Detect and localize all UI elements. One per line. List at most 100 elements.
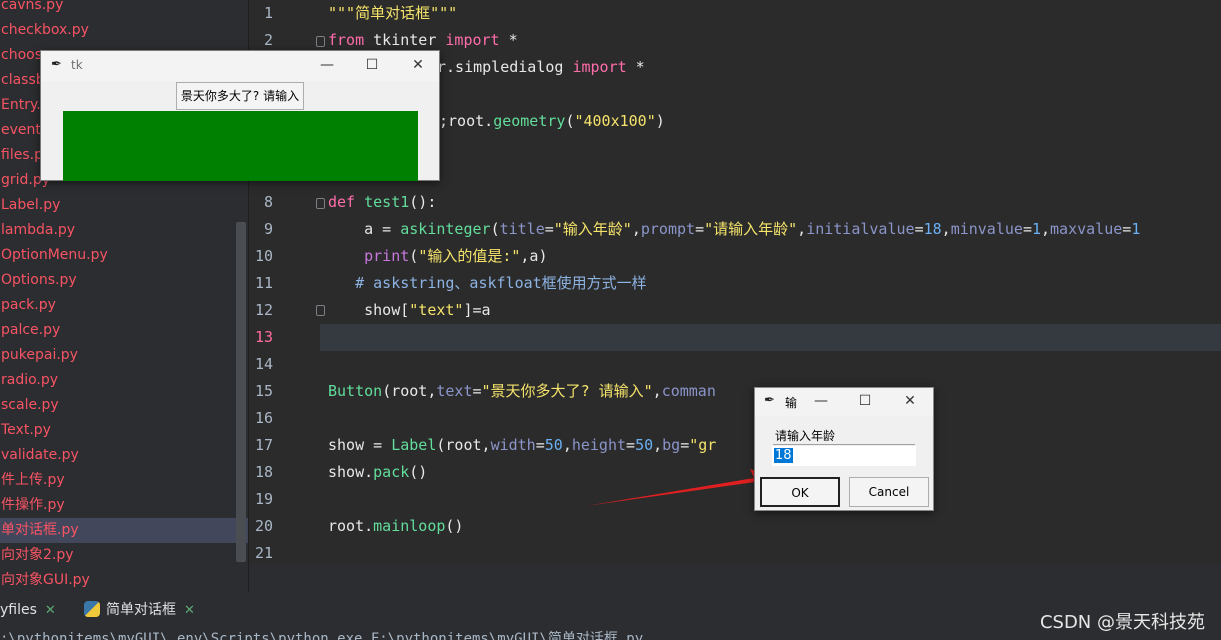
param-name: prompt	[640, 220, 696, 238]
class-name: Label	[391, 436, 437, 454]
file-item[interactable]: palce.py	[1, 318, 60, 343]
line-number: 13	[254, 328, 273, 346]
cancel-button[interactable]: Cancel	[849, 477, 929, 507]
code-text: =	[1022, 220, 1032, 238]
close-icon[interactable]: ✕	[45, 603, 56, 618]
fold-marker[interactable]	[316, 305, 325, 316]
import-star: *	[499, 31, 518, 49]
file-item[interactable]: Entry.	[1, 93, 41, 118]
file-item[interactable]: checkbox.py	[1, 18, 89, 43]
file-item[interactable]: OptionMenu.py	[1, 243, 108, 268]
file-item[interactable]: 向对象2.py	[1, 543, 74, 568]
file-item[interactable]: Text.py	[1, 418, 51, 443]
input-selected-text: 18	[774, 448, 793, 463]
window-title: tk	[71, 58, 83, 72]
tab-label: yfiles	[0, 602, 37, 618]
watermark: CSDN @景天科技苑	[1039, 612, 1205, 633]
code-line-1[interactable]: """简单对话框"""	[328, 0, 457, 27]
age-input[interactable]: 18	[772, 446, 916, 466]
file-item[interactable]: choos	[1, 43, 42, 68]
number-literal: 50	[635, 436, 654, 454]
file-item[interactable]: 单对话框.py	[0, 518, 248, 543]
param-name: initialvalue	[806, 220, 915, 238]
line-number: 12	[254, 301, 273, 319]
param-name: bg	[662, 436, 681, 454]
ask-age-button[interactable]: 景天你多大了? 请输入	[176, 82, 304, 110]
code-line-9[interactable]: a = askinteger(title="输入年龄",prompt="请输入年…	[328, 216, 1140, 243]
sidebar-scrollbar[interactable]	[236, 222, 246, 562]
keyword-import: import	[572, 58, 627, 76]
code-text: =	[472, 382, 482, 400]
file-item[interactable]: pack.py	[1, 293, 56, 318]
file-item[interactable]: Options.py	[1, 268, 77, 293]
feather-icon: ✒	[764, 393, 775, 408]
code-text: =	[695, 220, 705, 238]
horizontal-scrollbar[interactable]	[249, 565, 1221, 592]
code-text: show =	[328, 436, 392, 454]
function-name: askinteger	[400, 220, 491, 238]
ok-button[interactable]: OK	[760, 477, 840, 507]
code-line-3[interactable]: r.simpledialog import *	[437, 54, 645, 81]
param-name: comman	[661, 382, 716, 400]
code-text: =	[626, 436, 636, 454]
close-icon[interactable]: ✕	[408, 55, 428, 75]
file-item[interactable]: Label.py	[1, 193, 60, 218]
code-text: =	[544, 220, 554, 238]
class-name: Button	[328, 382, 383, 400]
close-icon[interactable]: ✕	[184, 603, 195, 618]
code-line-11[interactable]: # askstring、askfloat框使用方式一样	[328, 270, 647, 297]
run-tab-dialog[interactable]: 简单对话框 ✕	[84, 598, 195, 622]
maximize-icon[interactable]: ☐	[855, 391, 875, 411]
code-text: show.	[328, 463, 374, 481]
line-number: 11	[254, 274, 273, 292]
keyword-import: import	[445, 31, 500, 49]
file-item[interactable]: 向对象GUI.py	[1, 568, 90, 592]
fold-marker[interactable]	[316, 198, 325, 209]
param-name: height	[571, 436, 627, 454]
close-icon[interactable]: ✕	[900, 391, 920, 411]
file-item[interactable]: 件上传.py	[1, 468, 65, 493]
code-text: a =	[328, 220, 401, 238]
keyword-from: from	[328, 31, 365, 49]
minimize-icon[interactable]: —	[811, 391, 831, 411]
file-item[interactable]: pukepai.py	[1, 343, 78, 368]
file-item[interactable]: lambda.py	[1, 218, 75, 243]
run-tab-yfiles[interactable]: yfiles ✕	[0, 598, 56, 622]
file-item[interactable]: validate.py	[1, 443, 79, 468]
code-line-10[interactable]: print("输入的值是:",a)	[328, 243, 547, 270]
file-item[interactable]: radio.py	[1, 368, 58, 393]
code-text: ,	[652, 382, 662, 400]
line-number: 19	[254, 490, 273, 508]
number-literal: 1	[1031, 220, 1041, 238]
tk-window[interactable]: ✒ tk — ☐ ✕ 景天你多大了? 请输入	[40, 50, 440, 181]
code-line-18[interactable]: show.pack()	[328, 459, 427, 486]
code-line-15[interactable]: Button(root,text="景天你多大了? 请输入",comman	[328, 378, 716, 405]
code-line-12[interactable]: show["text"]=a	[328, 297, 490, 324]
code-line-8[interactable]: def test1():	[328, 189, 436, 216]
minimize-icon[interactable]: —	[317, 55, 337, 75]
file-item[interactable]: event.	[1, 118, 45, 143]
string-literal: "text"	[409, 301, 464, 319]
line-number: 10	[254, 247, 273, 265]
file-item[interactable]: scale.py	[1, 393, 59, 418]
dialog-title: 输	[785, 396, 798, 410]
dialog-titlebar[interactable]: ✒ 输 — ☐ ✕	[755, 388, 933, 416]
line-number: 9	[263, 220, 273, 238]
maximize-icon[interactable]: ☐	[362, 55, 382, 75]
docstring: """简单对话框"""	[328, 4, 458, 22]
fold-marker[interactable]	[316, 36, 325, 47]
run-command-line: :\pythonitems\myGUI\.env\Scripts\python.…	[0, 631, 644, 640]
code-text: ,	[653, 436, 663, 454]
code-line-17[interactable]: show = Label(root,width=50,height=50,bg=…	[328, 432, 716, 459]
file-item[interactable]: classb	[1, 68, 45, 93]
file-item[interactable]: 件操作.py	[1, 493, 65, 518]
param-name: title	[499, 220, 545, 238]
code-line-20[interactable]: root.mainloop()	[328, 513, 463, 540]
file-item[interactable]: cavns.py	[1, 0, 63, 18]
ask-integer-dialog[interactable]: ✒ 输 — ☐ ✕ 请输入年龄 18 OK Cancel	[754, 387, 934, 511]
python-icon	[84, 601, 100, 617]
builtin-print: print	[364, 247, 410, 265]
tk-titlebar[interactable]: ✒ tk — ☐ ✕	[41, 51, 439, 81]
code-line-5[interactable]: ;root.geometry("400x100")	[439, 108, 665, 135]
file-item[interactable]: files.p	[1, 143, 43, 168]
